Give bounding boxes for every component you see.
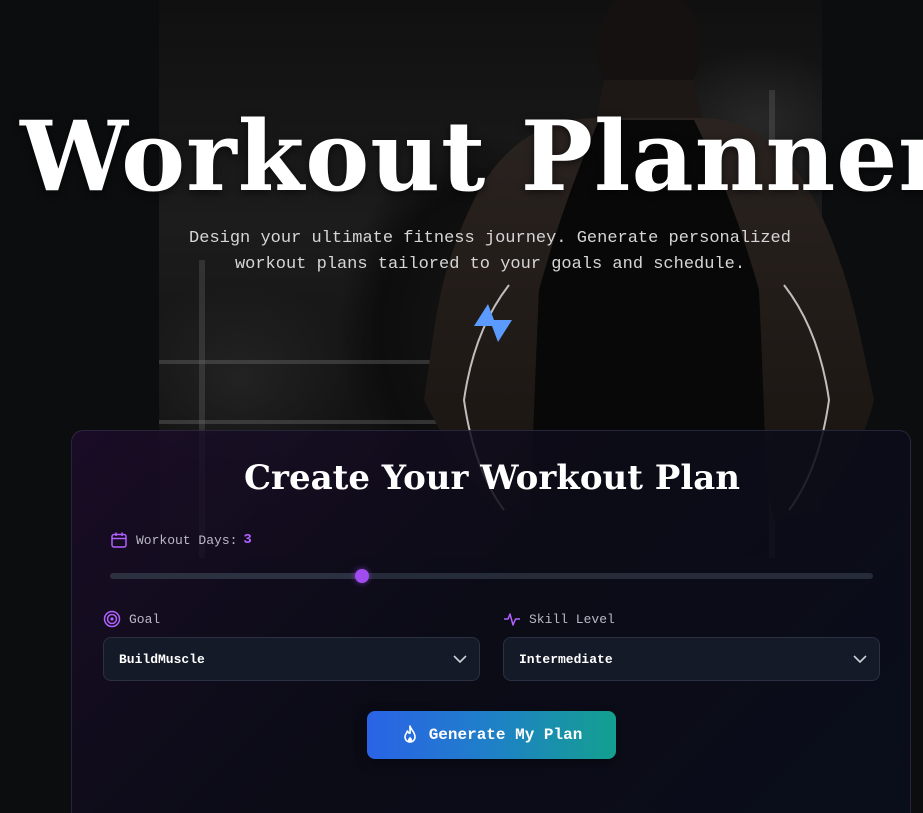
form-title: Create Your Workout Plan	[243, 458, 740, 498]
workout-plan-form: Create Your Workout Plan Workout Days: 3…	[71, 430, 911, 813]
calendar-icon	[111, 532, 127, 548]
generate-plan-button[interactable]: Generate My Plan	[367, 711, 616, 759]
workout-days-label-row: Workout Days: 3	[110, 531, 252, 549]
goal-select-value: BuildMuscle	[119, 651, 205, 667]
slider-thumb[interactable]	[354, 569, 369, 583]
flame-icon	[403, 725, 416, 743]
generate-plan-label: Generate My Plan	[428, 726, 583, 744]
chevron-down-icon	[853, 655, 867, 664]
skill-level-label-row: Skill Level	[503, 610, 615, 628]
target-icon	[103, 610, 121, 628]
goal-select[interactable]: BuildMuscle	[103, 637, 480, 681]
hero-subtitle: Design your ultimate fitness journey. Ge…	[189, 229, 791, 274]
lightning-bolt-icon	[474, 304, 512, 342]
page: Workout Planner Design your ultimate fit…	[0, 0, 923, 813]
goal-label-row: Goal	[103, 610, 160, 628]
slider-fill	[110, 573, 362, 579]
chevron-down-icon	[453, 655, 467, 664]
workout-days-slider[interactable]	[110, 569, 873, 583]
workout-days-value: 3	[243, 532, 252, 548]
skill-level-select-value: Intermediate	[519, 651, 613, 667]
activity-pulse-icon	[504, 613, 520, 626]
goal-label: Goal	[129, 611, 161, 627]
page-title: Workout Planner	[20, 100, 923, 213]
skill-level-label: Skill Level	[529, 611, 615, 627]
skill-level-select[interactable]: Intermediate	[503, 637, 880, 681]
workout-days-label: Workout Days:	[136, 532, 238, 548]
